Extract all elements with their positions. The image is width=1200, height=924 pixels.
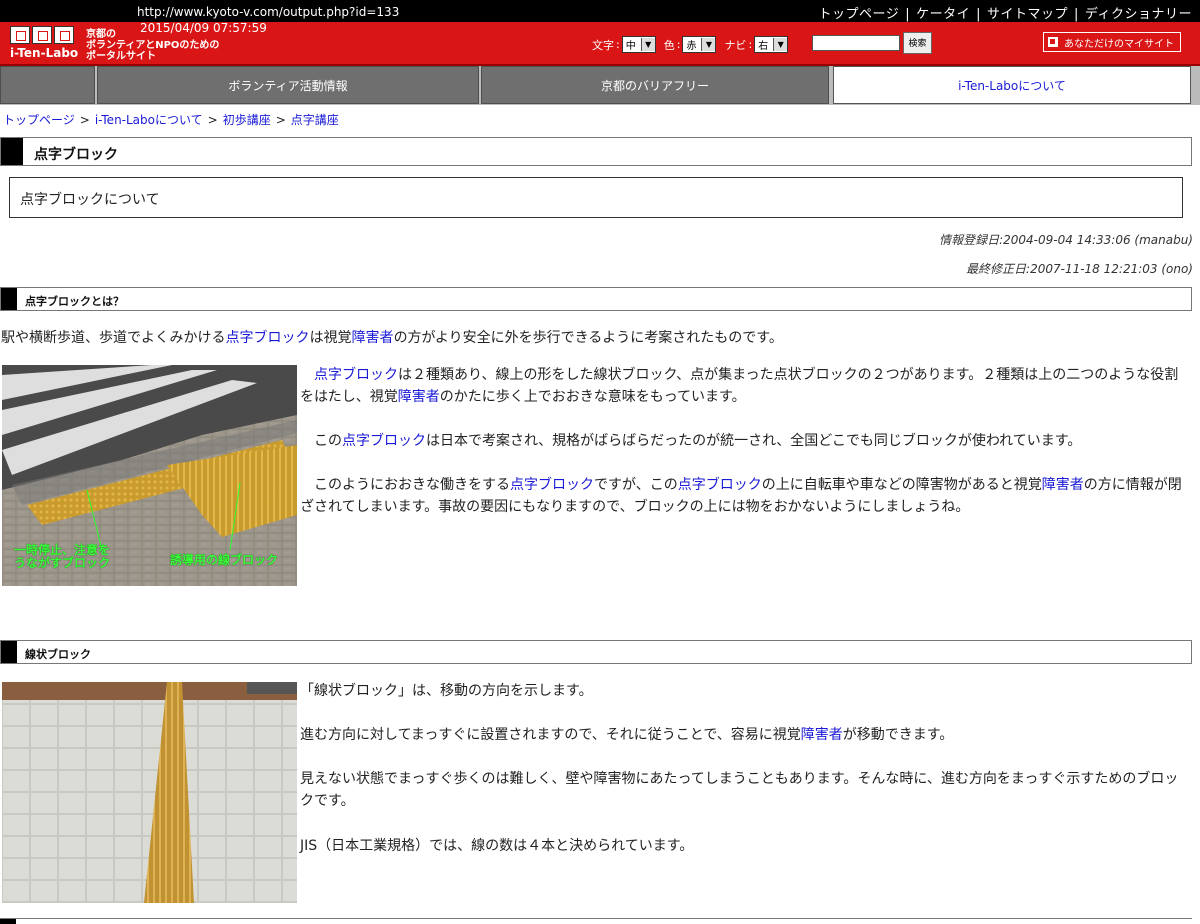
font-size-select[interactable]: 中 ▼ [621,36,656,53]
top-links: トップページ | ケータイ | サイトマップ | ディクショナリー [818,7,1192,22]
term-link[interactable]: 点字ブロック [678,477,762,493]
term-link[interactable]: 障害者 [352,330,394,346]
top-bar: http://www.kyoto-v.com/output.php?id=133… [0,0,1200,22]
section2-paragraph-2: 進む方向に対してまっすぐに設置されますので、それに従うことで、容易に視覚障害者が… [300,727,954,743]
top-link-dictionary[interactable]: ディクショナリー [1085,7,1192,22]
section-heading: 点字ブロックとは？ [0,287,1192,311]
mysite-button[interactable]: あなただけのマイサイト [1043,32,1181,52]
breadcrumb-about[interactable]: i-Ten-Laboについて [95,113,203,127]
top-link-mobile[interactable]: ケータイ [916,7,970,22]
nav-barrier-free[interactable]: 京都のバリアフリー [481,66,829,104]
top-link-sitemap[interactable]: サイトマップ [987,7,1068,22]
term-link[interactable]: 点字ブロック [342,433,426,449]
page-title: 点字ブロック [0,137,1192,166]
nav-volunteer[interactable]: ボランティア活動情報 [97,66,479,104]
braille-block-photo: 一時停止、注意を うながすブロック 誘導用の線ブロック [2,365,297,586]
next-section-heading [0,918,1192,924]
chevron-down-icon: ▼ [773,38,788,51]
site-header: i-Ten-Labo 2015/04/09 07:57:59 京都の ボランティ… [0,21,1200,66]
section-heading-text: 線状ブロック [25,648,91,661]
search-button[interactable]: 検索 [903,32,932,54]
breadcrumb-braille[interactable]: 点字講座 [291,113,339,127]
color-label: 色 [663,38,675,52]
logo-text: i-Ten-Labo [10,46,79,60]
photo-label-caution: 一時停止、注意を うながすブロック [14,543,111,570]
section1-paragraph-2: この点字ブロックは日本で考案され、規格がばらばらだったのが統一され、全国どこでも… [300,433,1082,449]
chevron-down-icon: ▼ [701,38,716,51]
section1-paragraph-3: このようにおおきな働きをする点字ブロックですが、この点字ブロックの上に自転車や車… [300,477,1182,515]
term-link[interactable]: 障害者 [801,727,843,743]
intro-paragraph: 駅や横断歩道、歩道でよくみかける点字ブロックは視覚障害者の方がより安全に外を歩行… [1,330,783,346]
navi-label: ナビ [724,38,747,52]
nav-spacer [0,66,95,104]
section1-paragraph-1: 点字ブロックは２種類あり、線上の形をした線状ブロック、点が集まった点状ブロックの… [300,367,1179,405]
mysite-icon [1048,37,1058,47]
photo-label-guide: 誘導用の線ブロック [170,553,279,567]
term-link[interactable]: 障害者 [398,389,440,405]
logo-mark [10,26,80,44]
term-link[interactable]: 点字ブロック [314,367,398,383]
search-input[interactable] [812,35,900,51]
site-tagline: 京都の ボランティアとNPOのための ポータルサイト [86,29,220,62]
modified-date: 最終修正日:2007-11-18 12:21:03 (ono) [966,262,1193,276]
nav-about[interactable]: i-Ten-Laboについて [833,66,1191,104]
section-heading: 線状ブロック [0,640,1192,664]
main-nav: ボランティア活動情報 京都のバリアフリー i-Ten-Laboについて [0,66,1200,105]
term-link[interactable]: 点字ブロック [226,330,310,346]
page-url: http://www.kyoto-v.com/output.php?id=133 [137,5,400,19]
breadcrumb: トップページ > i-Ten-Laboについて > 初歩講座 > 点字講座 [3,113,339,127]
breadcrumb-course[interactable]: 初歩講座 [223,113,271,127]
display-options: 文字: 中 ▼ 色: 赤 ▼ ナビ: 右 ▼ [592,36,794,53]
title-bar [1,138,23,165]
section2-paragraph-3: 見えない状態でまっすぐ歩くのは難しく、壁や障害物にあたってしまうこともあります。… [300,771,1179,809]
registered-date: 情報登録日:2004-09-04 14:33:06 (manabu) [939,233,1193,247]
site-logo[interactable]: i-Ten-Labo [10,26,80,60]
term-link[interactable]: 点字ブロック [510,477,594,493]
font-size-label: 文字 [592,38,614,52]
chevron-down-icon: ▼ [640,38,655,51]
top-link-home[interactable]: トップページ [818,7,899,22]
section-heading-text: 点字ブロックとは？ [25,295,124,308]
color-select[interactable]: 赤 ▼ [682,36,717,53]
section2-paragraph-1: 「線状ブロック」は、移動の方向を示します。 [300,683,593,699]
breadcrumb-home[interactable]: トップページ [3,113,75,127]
navi-select[interactable]: 右 ▼ [754,36,789,53]
lead-box: 点字ブロックについて [9,177,1183,218]
linear-block-photo [2,682,297,903]
section2-paragraph-4: JIS（日本工業規格）では、線の数は４本と決められています。 [300,838,694,854]
term-link[interactable]: 障害者 [1042,477,1084,493]
page-title-text: 点字ブロック [34,147,118,163]
